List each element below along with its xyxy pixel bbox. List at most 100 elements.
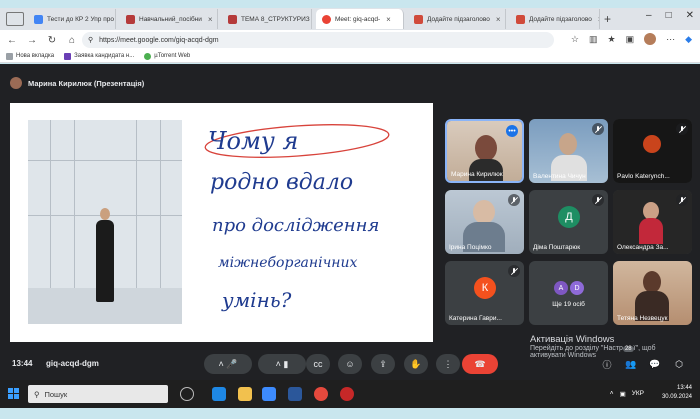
participant-name: Марина Кирилюк xyxy=(451,171,503,178)
participant-name: Діма Поштарюк xyxy=(533,244,581,251)
participant-tile[interactable]: Pavlo Katerynch... xyxy=(613,119,692,183)
close-window-icon[interactable]: ✕ xyxy=(686,10,694,21)
word-icon[interactable] xyxy=(288,387,302,401)
profile-avatar[interactable] xyxy=(644,33,657,45)
chrome-icon[interactable] xyxy=(314,387,328,401)
back-icon[interactable]: ← xyxy=(4,35,20,46)
raise-hand-button[interactable]: ✋ xyxy=(404,354,428,374)
chat-icon[interactable]: 💬 xyxy=(648,357,662,371)
close-icon[interactable]: × xyxy=(386,15,391,24)
meeting-controls-bar: 13:44 giq-acqd-dgm ˄ 🎤 ˄ ▮ cc ☺ ⇪ ✋ ⋮ ☎ … xyxy=(0,350,700,380)
emoji-button[interactable]: ☺ xyxy=(338,354,362,374)
tray-overflow-icon[interactable]: ˄ xyxy=(610,390,614,398)
url-text: https://meet.google.com/giq-acqd-dgm xyxy=(99,36,219,44)
handwritten-text: Чому я родно вдало про дослідження міжне… xyxy=(204,124,390,312)
menu-icon[interactable]: ⋯ xyxy=(666,34,675,45)
site-info-icon[interactable]: ⚲ xyxy=(88,36,93,44)
leave-call-button[interactable]: ☎ xyxy=(462,354,498,374)
store-icon[interactable] xyxy=(262,387,276,401)
close-icon[interactable]: × xyxy=(598,15,599,24)
participant-tile[interactable]: Тетяна Незвецук xyxy=(613,261,692,325)
meet-window: Марина Кирилюк (Презентація) Чому я родн… xyxy=(0,64,700,380)
participant-tile[interactable]: Олександра За... xyxy=(613,190,692,254)
info-icon[interactable]: ⓘ xyxy=(600,357,614,371)
camera-options-button[interactable]: ˄ ▮ xyxy=(258,354,306,374)
task-view-icon[interactable] xyxy=(180,387,194,401)
muted-mic-icon xyxy=(592,123,604,135)
tab-2[interactable]: ТЕМА 8_СТРУКТУРИЗ × xyxy=(222,9,312,29)
people-icon[interactable]: 👥 xyxy=(624,357,638,371)
pdf-icon xyxy=(228,14,237,24)
activities-icon[interactable]: ⬡ xyxy=(672,357,686,371)
more-options-button[interactable]: ⋮ xyxy=(436,354,460,374)
favorite-icon[interactable]: ☆ xyxy=(571,34,579,45)
mic-options-button[interactable]: ˄ 🎤 xyxy=(204,354,252,374)
tab-0[interactable]: Тести до КР 2 Упр про × xyxy=(28,9,116,29)
captions-button[interactable]: cc xyxy=(306,354,330,374)
taskbar-search[interactable]: ⚲ Пошук xyxy=(28,385,168,403)
participant-tile[interactable]: Ірина Поцімко xyxy=(445,190,524,254)
edge-icon[interactable] xyxy=(212,387,226,401)
handwriting-line-3: про дослідження xyxy=(212,215,379,236)
split-screen-icon[interactable]: ▥ xyxy=(589,34,598,45)
slides-icon xyxy=(516,14,525,24)
muted-mic-icon xyxy=(676,194,688,206)
address-bar[interactable]: ⚲ https://meet.google.com/giq-acqd-dgm xyxy=(82,32,554,48)
new-tab-button[interactable]: + xyxy=(604,12,611,26)
home-icon[interactable]: ⌂ xyxy=(64,35,80,46)
clock[interactable]: 13:44 30.09.2024 xyxy=(662,384,692,402)
bookmark-utorrent[interactable]: µTorrent Web xyxy=(144,52,191,60)
minimize-icon[interactable]: – xyxy=(646,10,652,21)
handwriting-line-4: міжнеборганічних xyxy=(218,255,358,271)
window-controls: – □ ✕ xyxy=(646,10,694,21)
present-button[interactable]: ⇪ xyxy=(371,354,395,374)
participant-tile[interactable]: К Катерина Гаври... xyxy=(445,261,524,325)
participant-tile[interactable]: ••• Марина Кирилюк xyxy=(445,119,524,183)
browser-toolbar: ← → ↻ ⌂ ⚲ https://meet.google.com/giq-ac… xyxy=(0,30,700,50)
tab-5[interactable]: Додайте підзаголово × xyxy=(510,9,600,29)
language-indicator[interactable]: УКР xyxy=(632,390,644,398)
close-icon[interactable]: × xyxy=(208,15,213,24)
presenter-avatar xyxy=(10,77,22,89)
tab-label: Meet: giq-acqd- xyxy=(335,15,381,23)
forward-icon[interactable]: → xyxy=(24,35,40,46)
copilot-icon[interactable]: ◆ xyxy=(685,34,692,45)
more-participants-tile[interactable]: A D Ще 19 осіб xyxy=(529,261,608,325)
participant-tile[interactable]: Валентина Чичун xyxy=(529,119,608,183)
tab-label: Тести до КР 2 Упр про xyxy=(47,15,114,23)
opera-icon[interactable] xyxy=(340,387,354,401)
system-tray: ˄ ▣ УКР xyxy=(610,390,644,398)
participant-tile[interactable]: Д Діма Поштарюк xyxy=(529,190,608,254)
page-icon xyxy=(6,52,13,60)
reload-icon[interactable]: ↻ xyxy=(44,35,60,46)
tab-label: Навчальний_посібни xyxy=(139,15,202,23)
browser-tab-strip: Тести до КР 2 Упр про × Навчальний_посіб… xyxy=(0,8,700,30)
forms-icon xyxy=(34,14,43,24)
collections-icon[interactable]: ▣ xyxy=(626,34,635,45)
tab-1[interactable]: Навчальний_посібни × xyxy=(120,9,218,29)
favorites-icon[interactable]: ★ xyxy=(607,34,615,45)
participant-name: Валентина Чичун xyxy=(533,173,586,180)
windows-taskbar: ⚲ Пошук ˄ ▣ УКР 13:44 30.09.2024 xyxy=(0,380,700,408)
presentation-slide: Чому я родно вдало про дослідження міжне… xyxy=(10,103,433,342)
network-icon[interactable]: ▣ xyxy=(620,390,626,398)
tab-actions-button[interactable] xyxy=(6,12,24,26)
recording-icon xyxy=(322,14,331,24)
tab-3[interactable]: Meet: giq-acqd- × xyxy=(316,9,404,29)
toolbar-right: ☆ ▥ ★ ▣ ⋯ ◆ xyxy=(571,33,692,45)
bookmark-label: µTorrent Web xyxy=(154,53,191,59)
bookmark-new-tab[interactable]: Нова вкладка xyxy=(6,52,55,60)
bookmark-application[interactable]: Заявка кандидата н... xyxy=(64,52,134,60)
file-explorer-icon[interactable] xyxy=(238,387,252,401)
pdf-icon xyxy=(126,14,135,24)
maximize-icon[interactable]: □ xyxy=(666,10,672,21)
close-icon[interactable]: × xyxy=(496,15,501,24)
utorrent-icon xyxy=(144,52,152,60)
tab-label: Додайте підзаголово xyxy=(427,15,490,23)
slide-photo xyxy=(28,120,182,324)
windows-start-icon[interactable] xyxy=(8,388,20,400)
clock-time: 13:44 xyxy=(676,385,692,391)
bookmark-label: Нова вкладка xyxy=(16,53,55,59)
more-options-icon[interactable]: ••• xyxy=(506,125,518,137)
tab-4[interactable]: Додайте підзаголово × xyxy=(408,9,506,29)
